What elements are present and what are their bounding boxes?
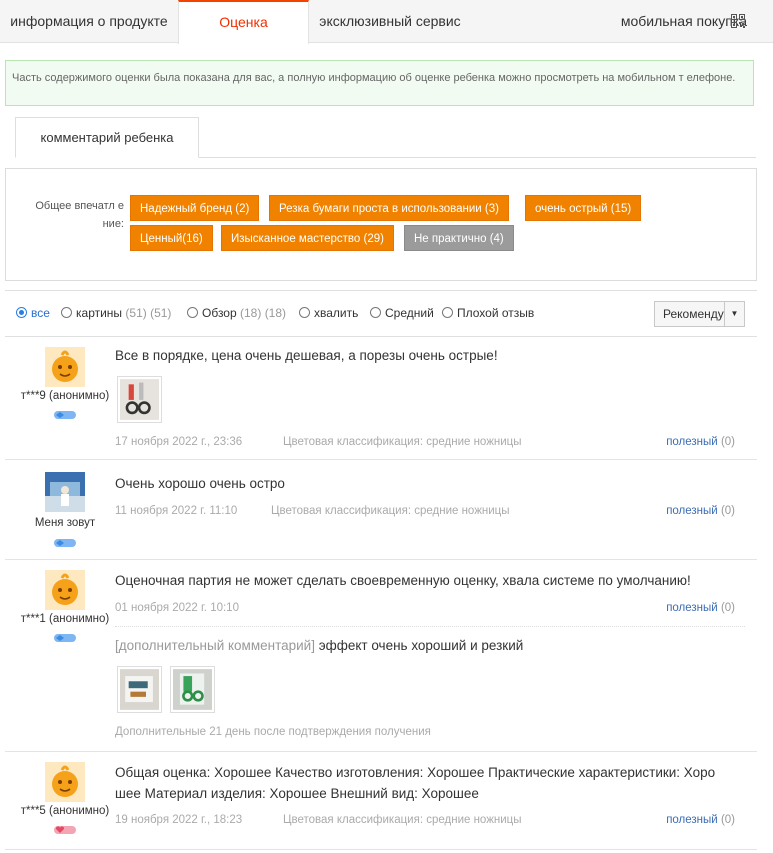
additional-comment: [дополнительный комментарий] эффект очен… <box>115 638 524 653</box>
radio-icon <box>61 307 72 318</box>
impression-tag[interactable]: очень острый (15) <box>525 195 642 221</box>
mobile-notice: Часть содержимого оценки была показана д… <box>5 60 754 106</box>
additional-note: Дополнительные 21 день после подтвержден… <box>115 726 431 738</box>
filter-medium[interactable]: Средний <box>370 306 434 320</box>
useful-button[interactable]: полезный (0) <box>666 602 735 614</box>
review-variant: Цветовая классификация: средние ножницы <box>283 814 522 826</box>
impression-tag[interactable]: Резка бумаги проста в использовании (3) <box>269 195 509 221</box>
radio-icon <box>187 307 198 318</box>
comment-subtabs: комментарий ребенка <box>15 117 756 158</box>
tab-exclusive-service[interactable]: эксклюзивный сервис <box>309 0 471 43</box>
review-date: 19 ноября 2022 г., 18:23 <box>115 814 243 826</box>
impression-tag[interactable]: Изысканное мастерство (29) <box>221 225 394 251</box>
review-photo-package[interactable] <box>117 666 162 713</box>
avatar <box>45 472 85 512</box>
radio-icon <box>442 307 453 318</box>
review-photo-scissors[interactable] <box>117 376 162 423</box>
impressions-label: Общее впечатл ение: <box>35 200 124 230</box>
impressions-panel: Общее впечатл ение: Надежный бренд (2) Р… <box>5 168 757 281</box>
tab-reviews[interactable]: Оценка <box>178 0 309 44</box>
avatar <box>45 570 85 610</box>
reviewer-name: т***1 (анонимно) <box>20 613 110 625</box>
reviewer-name: т***9 (анонимно) <box>20 390 110 402</box>
review-item: т***5 (анонимно) Общая оценка: Хорошее К… <box>5 752 757 850</box>
review-date: 11 ноября 2022 г. 11:10 <box>115 505 238 517</box>
filter-review[interactable]: Обзор (18) (18) <box>187 306 286 320</box>
vip-level-icon <box>54 411 76 419</box>
useful-button[interactable]: полезный (0) <box>666 505 735 517</box>
review-text: Общая оценка: Хорошее Качество изготовле… <box>115 765 716 801</box>
avatar <box>45 347 85 387</box>
filter-pictures[interactable]: картины (51) (51) <box>61 306 171 320</box>
reviewer-name: т***5 (анонимно) <box>20 805 110 817</box>
vip-level-icon <box>54 634 76 642</box>
review-date: 01 ноября 2022 г. 10:10 <box>115 602 239 614</box>
chevron-down-icon: ▼ <box>724 302 744 326</box>
review-filter-bar: все картины (51) (51) Обзор (18) (18) хв… <box>5 290 757 337</box>
filter-all[interactable]: все <box>16 306 50 320</box>
sort-dropdown[interactable]: Рекомендую ▼ <box>654 301 745 327</box>
tab-product-info[interactable]: информация о продукте <box>0 0 178 43</box>
radio-icon <box>299 307 310 318</box>
vip-level-icon <box>54 539 76 547</box>
impression-tag[interactable]: Надежный бренд (2) <box>130 195 260 221</box>
review-text: Очень хорошо очень остро <box>115 476 285 491</box>
radio-icon <box>370 307 381 318</box>
additional-divider <box>115 626 745 627</box>
tab-child-comments[interactable]: комментарий ребенка <box>15 117 199 158</box>
impression-tag[interactable]: Ценный(16) <box>130 225 213 251</box>
review-text: Все в порядке, цена очень дешевая, а пор… <box>115 348 498 363</box>
reviewer-name: Меня зовут <box>34 517 96 529</box>
review-variant: Цветовая классификация: средние ножницы <box>283 436 522 448</box>
tab-mobile-purchase[interactable]: мобильная покупка <box>621 0 747 43</box>
review-item: т***1 (анонимно) Оценочная партия не мож… <box>5 560 757 752</box>
review-photo-scissors-pack[interactable] <box>170 666 215 713</box>
avatar <box>45 762 85 802</box>
review-text: Оценочная партия не может сделать своевр… <box>115 573 691 588</box>
filter-bad[interactable]: Плохой отзыв <box>442 306 534 320</box>
useful-button[interactable]: полезный (0) <box>666 814 735 826</box>
review-variant: Цветовая классификация: средние ножницы <box>271 505 510 517</box>
review-date: 17 ноября 2022 г., 23:36 <box>115 436 243 448</box>
product-tabbar: информация о продукте Оценка эксклюзивны… <box>0 0 773 44</box>
heart-level-icon <box>54 826 76 834</box>
useful-button[interactable]: полезный (0) <box>666 436 735 448</box>
review-item: Меня зовут Очень хорошо очень остро 11 н… <box>5 460 757 560</box>
radio-selected-icon <box>16 307 27 318</box>
impression-tag-negative[interactable]: Не практично (4) <box>404 225 514 251</box>
filter-praise[interactable]: хвалить <box>299 306 358 320</box>
qr-code-icon[interactable] <box>731 14 745 28</box>
review-item: т***9 (анонимно) Все в порядке, цена оче… <box>5 338 757 460</box>
sort-value: Рекомендую <box>663 307 725 321</box>
